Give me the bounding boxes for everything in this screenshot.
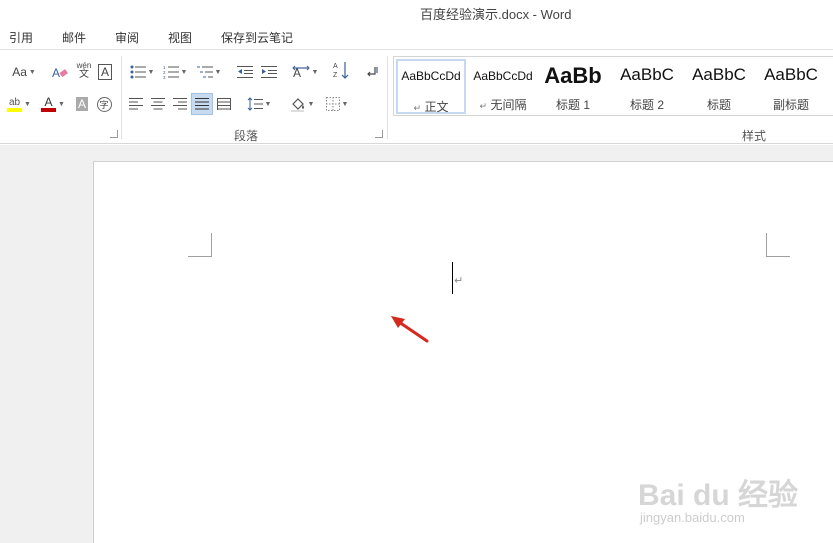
svg-text:A: A bbox=[333, 63, 338, 70]
paragraph-mark: ↵ bbox=[454, 275, 464, 287]
justify-button[interactable] bbox=[191, 93, 213, 115]
character-border-icon: A bbox=[97, 64, 112, 80]
style-preview: AaBbC bbox=[692, 65, 746, 84]
distributed-icon bbox=[217, 98, 231, 110]
align-left-icon bbox=[129, 98, 143, 110]
ribbon: Aa▼ A wén 文 A ab ▼ A ▼ A 字 ▼ 123▼ ▼ bbox=[0, 49, 833, 144]
enclose-characters-icon: 字 bbox=[96, 96, 112, 112]
paragraph-dialog-launcher[interactable] bbox=[375, 130, 383, 138]
group-separator bbox=[387, 56, 388, 139]
shading-button[interactable]: ▼ bbox=[287, 94, 317, 114]
tab-references[interactable]: 引用 bbox=[9, 29, 33, 46]
style-title[interactable]: AaBbC 标题 bbox=[684, 59, 754, 114]
numbering-button[interactable]: 1 2 3 ▼ bbox=[160, 62, 190, 82]
style-heading-1[interactable]: AaBb 标题 1 bbox=[540, 59, 606, 114]
increase-indent-icon bbox=[261, 66, 277, 78]
styles-group-label: 样式 bbox=[742, 129, 767, 143]
bullets-button[interactable]: ▼ bbox=[127, 62, 157, 82]
bullets-icon bbox=[130, 65, 146, 79]
text-highlight-button[interactable]: ab ▼ bbox=[4, 94, 34, 114]
align-left-button[interactable] bbox=[127, 94, 145, 114]
borders-icon bbox=[325, 97, 340, 111]
character-border-button[interactable]: A bbox=[96, 62, 114, 82]
distributed-button[interactable] bbox=[215, 94, 233, 114]
svg-text:Z: Z bbox=[333, 72, 338, 79]
numbering-icon: 123 bbox=[163, 65, 179, 79]
align-center-icon bbox=[151, 98, 165, 110]
style-name: 副标题 bbox=[772, 98, 809, 112]
style-preview: AaBbCcDd bbox=[473, 69, 533, 83]
show-hide-marks-button[interactable] bbox=[362, 62, 382, 82]
decrease-indent-button[interactable] bbox=[234, 62, 256, 82]
style-preview: AaBbC bbox=[764, 65, 818, 84]
paragraph-mark-icon: ↵ bbox=[479, 101, 488, 111]
align-right-button[interactable] bbox=[171, 94, 189, 114]
ribbon-tabs: 引用 邮件 审阅 视图 保存到云笔记 bbox=[0, 26, 833, 48]
title-bar: 百度经验演示.docx - Word bbox=[0, 0, 833, 24]
chinese-layout-button[interactable]: A ▼ bbox=[290, 62, 320, 82]
tab-mailings[interactable]: 邮件 bbox=[62, 29, 86, 46]
margin-corner-top-left bbox=[188, 233, 212, 257]
increase-indent-button[interactable] bbox=[258, 62, 280, 82]
paragraph-group-label: 段落 bbox=[234, 129, 259, 143]
multilevel-list-icon bbox=[196, 66, 213, 78]
style-name: 无间隔 bbox=[490, 98, 527, 112]
red-arrow-annotation bbox=[391, 316, 429, 343]
group-separator bbox=[121, 56, 122, 139]
highlighter-icon: ab bbox=[8, 96, 21, 108]
paint-bucket-icon bbox=[290, 98, 304, 112]
style-subtitle[interactable]: AaBbC 副标题 bbox=[756, 59, 826, 114]
line-spacing-button[interactable]: ▼ bbox=[244, 94, 274, 114]
borders-button[interactable]: ▼ bbox=[322, 94, 352, 114]
style-name: 标题 1 bbox=[555, 98, 590, 112]
decrease-indent-icon bbox=[237, 66, 253, 78]
style-no-spacing[interactable]: AaBbCcDd ↵ 无间隔 bbox=[468, 59, 538, 114]
tab-save-to-cloud-notes[interactable]: 保存到云笔记 bbox=[221, 29, 293, 46]
tab-view[interactable]: 视图 bbox=[168, 29, 192, 46]
sort-button[interactable]: AZ bbox=[330, 60, 352, 80]
styles-gallery: AaBbCcDd ↵ 正文 AaBbCcDd ↵ 无间隔 AaBb 标题 1 A… bbox=[393, 56, 833, 116]
font-color-button[interactable]: A ▼ bbox=[38, 94, 68, 114]
clear-formatting-button[interactable]: A bbox=[50, 62, 70, 82]
style-preview: AaBbCcDd bbox=[401, 69, 461, 83]
tab-review[interactable]: 审阅 bbox=[115, 29, 139, 46]
paragraph-mark-icon: ↵ bbox=[413, 103, 422, 113]
character-shading-icon: A bbox=[75, 97, 88, 111]
sort-icon: AZ bbox=[333, 62, 349, 79]
svg-text:3: 3 bbox=[163, 75, 166, 79]
baidu-jingyan-watermark: Bai du 经验 jingyan.baidu.com bbox=[638, 470, 828, 532]
eraser-icon: A bbox=[52, 66, 68, 80]
svg-text:A: A bbox=[52, 66, 60, 80]
window-title: 百度经验演示.docx - Word bbox=[420, 7, 572, 22]
multilevel-list-button[interactable]: ▼ bbox=[194, 62, 224, 82]
style-name: 正文 bbox=[424, 100, 449, 114]
line-spacing-icon bbox=[247, 97, 263, 111]
justify-icon bbox=[195, 98, 209, 110]
change-case-icon: Aa bbox=[12, 65, 27, 79]
highlight-color-swatch bbox=[7, 107, 23, 112]
align-center-button[interactable] bbox=[149, 94, 167, 114]
enclose-characters-button[interactable]: 字 bbox=[94, 94, 114, 114]
style-name: 标题 2 bbox=[629, 98, 664, 112]
show-hide-marks-icon bbox=[367, 67, 378, 77]
change-case-button[interactable]: Aa ▼ bbox=[8, 62, 40, 82]
text-cursor bbox=[452, 262, 453, 294]
watermark-url: jingyan.baidu.com bbox=[640, 510, 745, 525]
style-heading-2[interactable]: AaBbC 标题 2 bbox=[612, 59, 682, 114]
font-color-swatch bbox=[41, 107, 57, 112]
style-preview: AaBb bbox=[544, 63, 602, 88]
chinese-layout-icon: A bbox=[291, 65, 310, 79]
style-preview: AaBbC bbox=[620, 65, 674, 84]
character-shading-button[interactable]: A bbox=[74, 94, 90, 114]
margin-corner-top-right bbox=[766, 233, 790, 257]
align-right-icon bbox=[173, 98, 187, 110]
font-dialog-launcher[interactable] bbox=[110, 130, 118, 138]
style-name: 标题 bbox=[706, 98, 731, 112]
watermark-logo: Bai du 经验 bbox=[638, 479, 799, 512]
font-color-icon: A bbox=[44, 94, 53, 109]
phonetic-guide-button[interactable]: wén 文 bbox=[74, 60, 94, 80]
style-normal[interactable]: AaBbCcDd ↵ 正文 bbox=[396, 59, 466, 114]
